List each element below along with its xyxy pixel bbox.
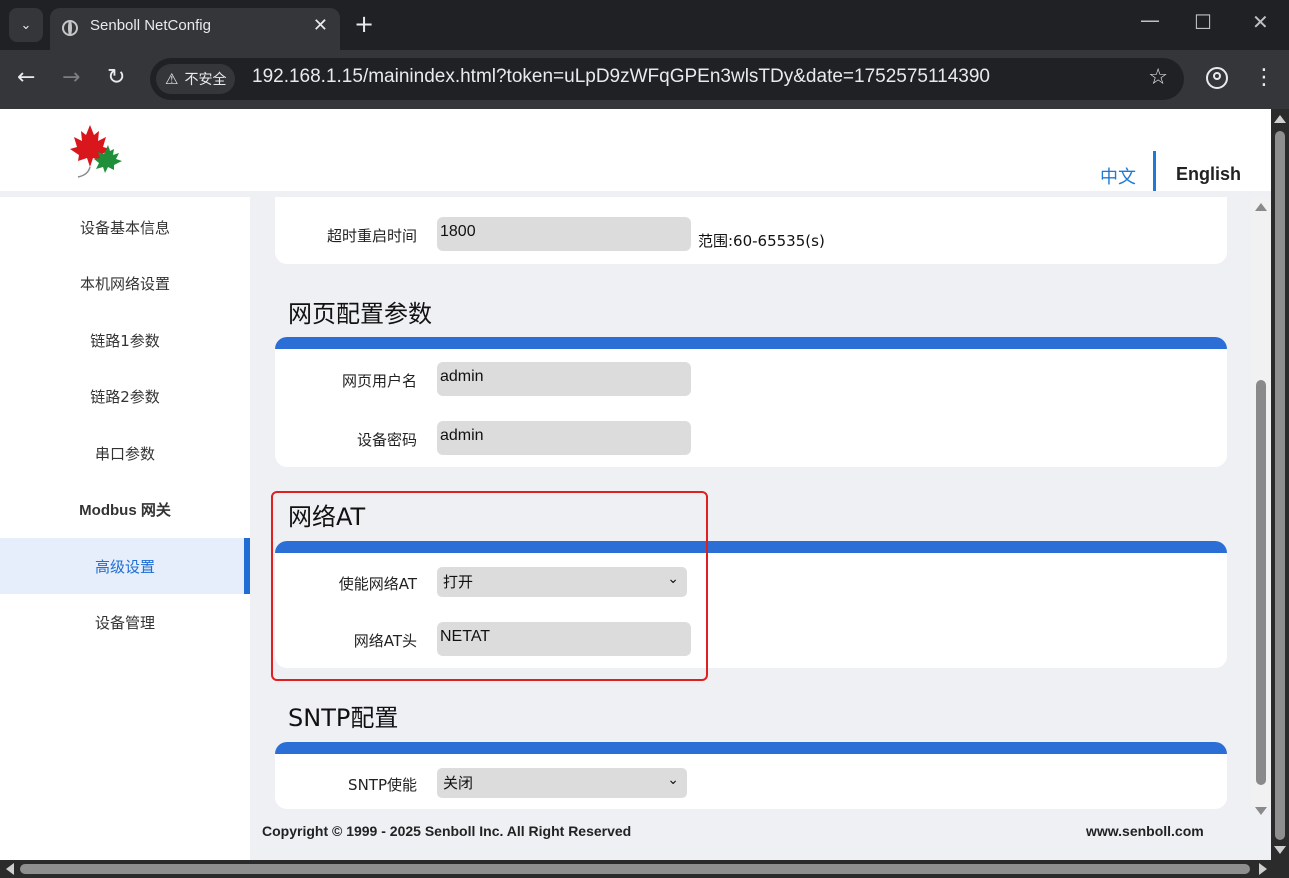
security-label: 不安全: [184, 71, 227, 87]
window-close-icon[interactable]: ✕: [1252, 10, 1269, 34]
sidebar-item-network[interactable]: 本机网络设置: [0, 255, 250, 311]
scroll-up-icon[interactable]: [1255, 203, 1267, 211]
sidebar-item-link2[interactable]: 链路2参数: [0, 368, 250, 424]
web-username-input[interactable]: admin: [437, 362, 691, 396]
footer-site-link[interactable]: www.senboll.com: [1086, 823, 1204, 839]
lang-divider: [1153, 151, 1156, 191]
scroll-thumb[interactable]: [1275, 131, 1285, 840]
card-header-bar: [275, 337, 1227, 349]
scroll-thumb[interactable]: [1256, 380, 1266, 785]
sidebar-item-serial[interactable]: 串口参数: [0, 425, 250, 481]
scroll-thumb[interactable]: [20, 864, 1250, 874]
tab-close-icon[interactable]: ✕: [313, 15, 328, 36]
browser-toolbar: ← → ↻ ⚠ 不安全 192.168.1.15/mainindex.html?…: [0, 50, 1289, 109]
minimize-icon[interactable]: —: [1140, 8, 1160, 32]
timeout-label: 超时重启时间: [326, 227, 417, 245]
sntp-enable-label: SNTP使能: [348, 776, 417, 794]
lang-en-link[interactable]: English: [1176, 164, 1241, 185]
page-horizontal-scrollbar[interactable]: [0, 860, 1289, 878]
sntp-enable-value: 关闭: [443, 774, 474, 792]
inner-vertical-scrollbar[interactable]: [1251, 197, 1271, 815]
sidebar-item-advanced[interactable]: 高级设置: [0, 538, 250, 594]
scroll-left-icon[interactable]: [6, 863, 14, 875]
web-config-card: 网页用户名 admin 设备密码 admin: [275, 337, 1227, 467]
highlight-box: [271, 491, 708, 681]
timeout-input[interactable]: 1800: [437, 217, 691, 251]
chevron-down-icon: ⌄: [667, 772, 679, 788]
star-icon[interactable]: ☆: [1148, 65, 1168, 90]
sntp-enable-select[interactable]: 关闭 ⌄: [437, 768, 687, 798]
scroll-down-icon[interactable]: [1255, 807, 1267, 815]
address-bar[interactable]: ⚠ 不安全 192.168.1.15/mainindex.html?token=…: [150, 58, 1184, 100]
sidebar: 设备基本信息 本机网络设置 链路1参数 链路2参数 串口参数 Modbus 网关…: [0, 197, 250, 860]
security-chip[interactable]: ⚠ 不安全: [156, 64, 236, 94]
web-config-title: 网页配置参数: [288, 300, 432, 328]
browser-tab[interactable]: Senboll NetConfig ✕: [50, 8, 340, 50]
sidebar-item-modbus[interactable]: Modbus 网关: [0, 481, 250, 537]
footer-copyright: Copyright © 1999 - 2025 Senboll Inc. All…: [262, 823, 632, 839]
back-icon[interactable]: ←: [17, 64, 35, 92]
scroll-up-icon[interactable]: [1274, 115, 1286, 123]
maple-leaf-logo: [70, 125, 122, 178]
browser-tab-bar: ⌄ Senboll NetConfig ✕ + — ☐ ✕: [0, 0, 1289, 50]
device-password-input[interactable]: admin: [437, 421, 691, 455]
tab-title: Senboll NetConfig: [90, 17, 211, 34]
new-tab-button[interactable]: +: [354, 10, 374, 38]
timeout-range-hint: 范围:60-65535(s): [698, 232, 825, 250]
device-password-label: 设备密码: [356, 431, 417, 449]
scroll-down-icon[interactable]: [1274, 846, 1286, 854]
sntp-card: SNTP使能 关闭 ⌄: [275, 742, 1227, 809]
card-header-bar: [275, 742, 1227, 754]
reload-icon[interactable]: ↻: [107, 64, 125, 92]
sntp-title: SNTP配置: [288, 704, 399, 732]
globe-icon: [62, 20, 78, 36]
web-username-label: 网页用户名: [341, 372, 417, 390]
more-icon[interactable]: ⋮: [1253, 64, 1275, 92]
forward-icon[interactable]: →: [62, 64, 80, 92]
sidebar-item-link1[interactable]: 链路1参数: [0, 312, 250, 368]
page-vertical-scrollbar[interactable]: [1271, 109, 1289, 860]
sidebar-item-management[interactable]: 设备管理: [0, 594, 250, 650]
lang-zh-link[interactable]: 中文: [1100, 163, 1136, 189]
page: 中文 English 设备基本信息 本机网络设置 链路1参数 链路2参数 串口参…: [0, 109, 1271, 860]
site-header: 中文 English: [0, 109, 1271, 191]
profile-icon[interactable]: [1206, 67, 1228, 89]
tab-list-icon[interactable]: ⌄: [9, 8, 43, 42]
url-text[interactable]: 192.168.1.15/mainindex.html?token=uLpD9z…: [252, 66, 990, 88]
warning-icon: ⚠: [165, 71, 179, 88]
maximize-icon[interactable]: ☐: [1194, 10, 1212, 34]
scroll-right-icon[interactable]: [1259, 863, 1267, 875]
sidebar-item-device-info[interactable]: 设备基本信息: [0, 199, 250, 255]
